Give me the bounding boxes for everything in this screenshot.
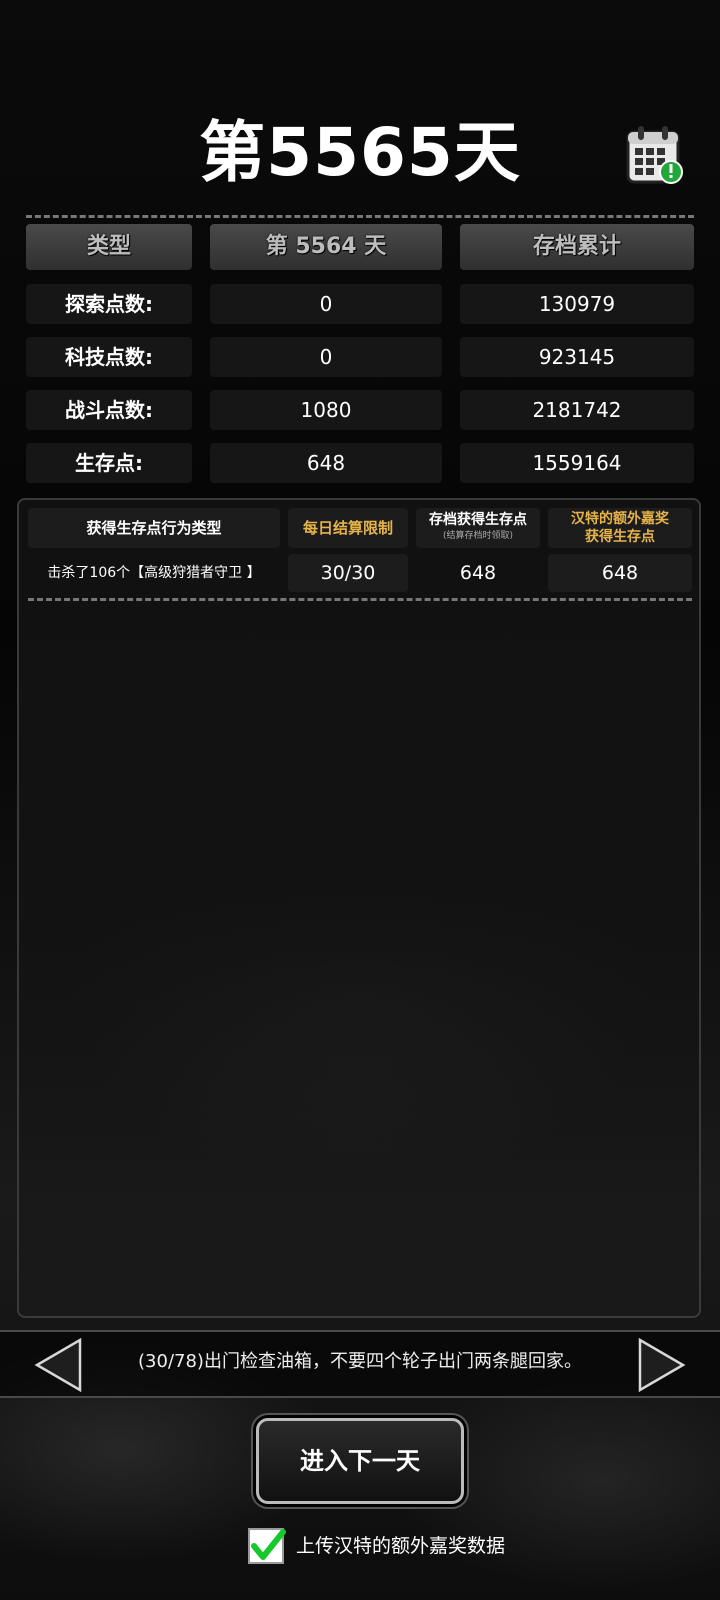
survival-header-bonus-line1: 汉特的额外嘉奖 — [571, 511, 669, 527]
stats-row-combat: 战斗点数: 1080 2181742 — [26, 390, 694, 432]
row-today: 0 — [210, 337, 442, 377]
row-action-type: 击杀了106个【高级狩猎者守卫 】 — [47, 565, 261, 581]
next-hint-button[interactable] — [638, 1337, 686, 1393]
survival-header-save-label: 存档获得生存点 — [429, 512, 527, 528]
upload-checkbox[interactable] — [248, 1528, 286, 1564]
row-label: 科技点数: — [26, 337, 192, 377]
row-today: 0 — [210, 284, 442, 324]
row-total: 2181742 — [460, 390, 694, 430]
row-bonus-points: 648 — [548, 554, 692, 592]
divider — [26, 215, 694, 218]
calendar-button[interactable] — [626, 124, 684, 186]
triangle-right-icon — [638, 1337, 686, 1393]
checkmark-icon — [251, 1529, 286, 1560]
upload-label: 上传汉特的额外嘉奖数据 — [296, 1535, 506, 1557]
survival-header-bonus: 汉特的额外嘉奖 获得生存点 — [548, 508, 692, 548]
divider — [28, 598, 692, 601]
header-type: 类型 — [26, 224, 192, 270]
prev-hint-button[interactable] — [34, 1337, 82, 1393]
row-total: 1559164 — [460, 443, 694, 483]
row-label: 探索点数: — [26, 284, 192, 324]
next-day-button[interactable]: 进入下一天 — [256, 1418, 464, 1504]
calendar-alert-icon — [626, 126, 683, 184]
hint-text: (30/78)出门检查油箱，不要四个轮子出门两条腿回家。 — [138, 1351, 582, 1372]
survival-header-save: 存档获得生存点 (结算存档时领取) — [416, 508, 540, 548]
row-daily-limit: 30/30 — [288, 554, 408, 592]
stats-header-row: 类型 第 5564 天 存档累计 — [26, 224, 694, 270]
header-total: 存档累计 — [460, 224, 694, 270]
row-total: 923145 — [460, 337, 694, 377]
stats-row-tech: 科技点数: 0 923145 — [26, 337, 694, 379]
row-label: 生存点: — [26, 443, 192, 483]
next-day-label: 进入下一天 — [300, 1447, 420, 1475]
row-today: 1080 — [210, 390, 442, 430]
stats-row-explore: 探索点数: 0 130979 — [26, 284, 694, 326]
survival-header-type: 获得生存点行为类型 — [28, 508, 280, 548]
row-total: 130979 — [460, 284, 694, 324]
row-label: 战斗点数: — [26, 390, 192, 430]
stats-row-survival: 生存点: 648 1559164 — [26, 443, 694, 485]
row-save-points: 648 — [459, 562, 497, 584]
row-today: 648 — [210, 443, 442, 483]
day-title: 第5565天 — [199, 114, 521, 191]
triangle-left-icon — [34, 1337, 82, 1393]
survival-points-panel — [17, 498, 701, 1318]
survival-header-save-note: (结算存档时领取) — [442, 531, 514, 541]
header-day: 第 5564 天 — [210, 224, 442, 270]
survival-header-limit: 每日结算限制 — [288, 508, 408, 548]
survival-header-bonus-line2: 获得生存点 — [585, 529, 655, 545]
